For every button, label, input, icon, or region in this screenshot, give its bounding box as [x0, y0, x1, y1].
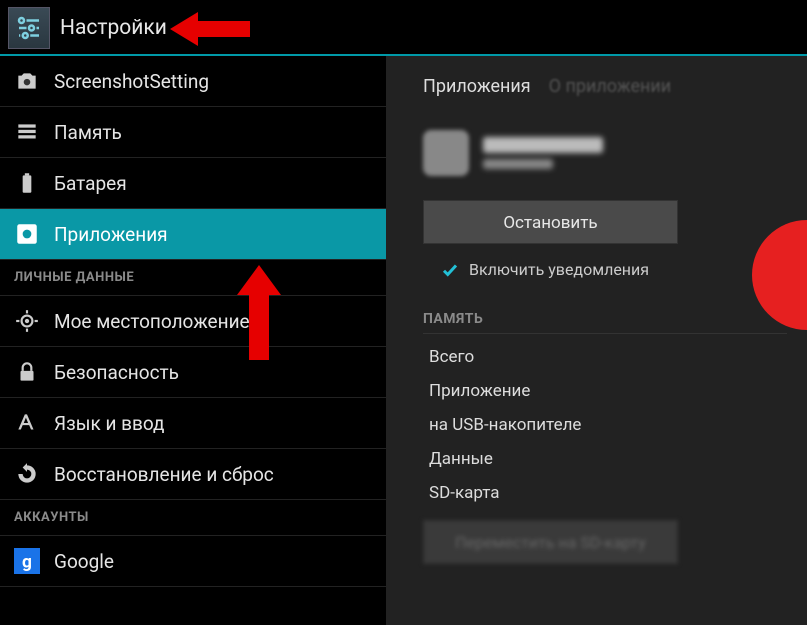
svg-text:g: g [22, 553, 32, 573]
sidebar-item-label: Google [54, 550, 114, 573]
location-icon [14, 308, 40, 334]
app-name-blurred [483, 137, 603, 169]
tab-apps[interactable]: Приложения [423, 76, 531, 97]
settings-icon [8, 7, 50, 49]
google-icon: g [14, 548, 40, 574]
app-icon [423, 130, 469, 176]
checkbox-label: Включить уведомления [469, 260, 649, 279]
lock-icon [14, 359, 40, 385]
sidebar-item-storage[interactable]: Память [0, 107, 386, 158]
sidebar-item-security[interactable]: Безопасность [0, 347, 386, 398]
app-header: Настройки [0, 1, 807, 56]
sidebar-item-apps[interactable]: Приложения [0, 209, 386, 260]
mem-row-usb: на USB-накопителе [423, 408, 787, 442]
detail-tabs: Приложения О приложении [423, 56, 787, 116]
sidebar-item-reset[interactable]: Восстановление и сброс [0, 449, 386, 500]
check-icon [441, 261, 459, 279]
mem-row-app: Приложение [423, 374, 787, 408]
sidebar-item-label: Память [54, 121, 122, 144]
sidebar-item-label: Безопасность [54, 361, 179, 384]
battery-icon [14, 170, 40, 196]
sidebar-item-label: ScreenshotSetting [54, 70, 209, 93]
sidebar-item-battery[interactable]: Батарея [0, 158, 386, 209]
reset-icon [14, 461, 40, 487]
mem-row-sd: SD-карта [423, 476, 787, 510]
mem-row-data: Данные [423, 442, 787, 476]
sidebar-item-label: Приложения [54, 223, 168, 246]
sidebar-item-label: Восстановление и сброс [54, 463, 274, 486]
sidebar-item-screenshot[interactable]: ScreenshotSetting [0, 56, 386, 107]
sidebar-item-google[interactable]: g Google [0, 536, 386, 587]
camera-icon [14, 68, 40, 94]
move-to-sd-button[interactable]: Переместить на SD-карту [423, 520, 678, 564]
sidebar-item-label: Язык и ввод [54, 412, 165, 435]
tab-about[interactable]: О приложении [549, 76, 672, 97]
apps-icon [14, 221, 40, 247]
storage-icon [14, 119, 40, 145]
memory-section-header: ПАМЯТЬ [423, 305, 787, 334]
sidebar-item-label: Мое местоположение [54, 310, 250, 333]
page-title: Настройки [60, 16, 167, 40]
sidebar-item-label: Батарея [54, 172, 127, 195]
sidebar-section-accounts: АККАУНТЫ [0, 500, 386, 536]
sidebar-section-personal: ЛИЧНЫЕ ДАННЫЕ [0, 260, 386, 296]
settings-sidebar: ScreenshotSetting Память Батарея Приложе… [0, 56, 387, 625]
notifications-checkbox-row[interactable]: Включить уведомления [423, 260, 787, 279]
app-header-row [423, 126, 787, 180]
sidebar-item-location[interactable]: Мое местоположение [0, 296, 386, 347]
stop-button[interactable]: Остановить [423, 200, 678, 244]
mem-row-total: Всего [423, 340, 787, 374]
app-detail-panel: Приложения О приложении Остановить Включ… [387, 56, 807, 625]
sidebar-item-language[interactable]: Язык и ввод [0, 398, 386, 449]
language-icon [14, 410, 40, 436]
